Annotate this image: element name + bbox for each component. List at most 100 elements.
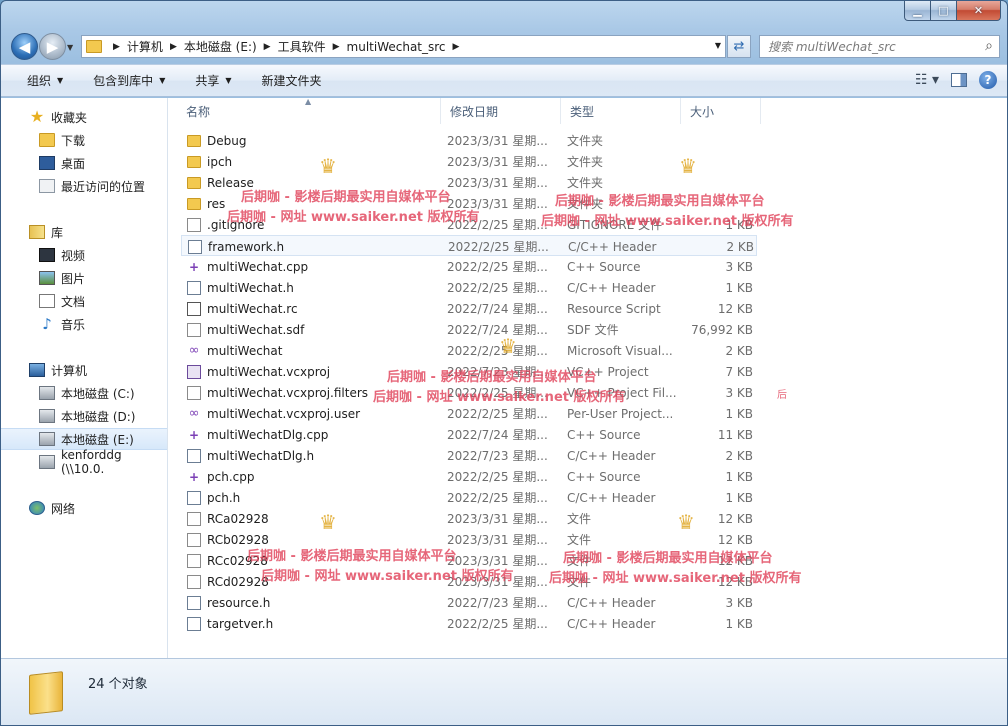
drive-icon: [39, 432, 55, 446]
refresh-button[interactable]: ⇄: [727, 35, 751, 58]
file-row[interactable]: + multiWechat.cpp 2022/2/25 星期... C++ Sourc…: [181, 256, 757, 277]
file-size: 1 KB: [725, 616, 753, 631]
file-row[interactable]: multiWechatDlg.h 2022/7/23 星期... C/C++ Hea…: [181, 445, 757, 466]
breadcrumb-current-folder[interactable]: multiWechat_src: [347, 40, 446, 54]
column-header-size[interactable]: 大小: [681, 98, 761, 124]
vc-project-icon: [187, 364, 201, 379]
file-size: 3 KB: [725, 259, 753, 274]
organize-button[interactable]: 组织 ▼: [1, 65, 75, 96]
new-folder-button[interactable]: 新建文件夹: [244, 65, 334, 96]
sidebar-libraries[interactable]: 库: [1, 221, 167, 243]
header-file-icon: [187, 448, 201, 463]
sidebar-favorites[interactable]: ★ 收藏夹: [1, 106, 167, 128]
minimize-button[interactable]: ▁: [904, 1, 931, 21]
file-row[interactable]: framework.h 2022/2/25 星期... C/C++ Header 2 …: [181, 235, 757, 256]
file-size: [681, 172, 753, 193]
column-header-type[interactable]: 类型: [561, 98, 681, 124]
back-button[interactable]: ◀: [11, 33, 38, 60]
breadcrumb-separator-icon[interactable]: ▶: [113, 42, 120, 52]
file-date: 2022/2/25 星期...: [448, 240, 549, 254]
sidebar-item-drive-d[interactable]: 本地磁盘 (D:): [1, 405, 167, 427]
address-bar[interactable]: ▶ 计算机 ▶ 本地磁盘 (E:) ▶ 工具软件 ▶ multiWechat_s…: [81, 35, 726, 58]
forward-button[interactable]: ▶: [39, 33, 66, 60]
folder-icon: [86, 40, 102, 53]
file-row[interactable]: Debug 2023/3/31 星期... 文件夹: [181, 130, 757, 151]
sidebar-network[interactable]: 网络: [1, 497, 167, 519]
sidebar-item-downloads[interactable]: 下载: [1, 129, 167, 151]
sidebar-item-music[interactable]: ♪ 音乐: [1, 313, 167, 335]
file-row[interactable]: multiWechat.vcxproj 2022/7/23 星期... VC++ P…: [181, 361, 757, 382]
file-type: C++ Source: [567, 259, 641, 274]
file-row[interactable]: pch.h 2022/2/25 星期... C/C++ Header 1 KB: [181, 487, 757, 508]
file-name: multiWechat.rc: [207, 301, 298, 316]
file-row[interactable]: multiWechat.h 2022/2/25 星期... C/C++ Header…: [181, 277, 757, 298]
header-file-icon: [188, 239, 202, 254]
sidebar-item-videos[interactable]: 视频: [1, 244, 167, 266]
breadcrumb-separator-icon[interactable]: ▶: [170, 42, 177, 52]
breadcrumb-separator-icon[interactable]: ▶: [453, 42, 460, 52]
pictures-icon: [39, 271, 55, 285]
maximize-button[interactable]: □: [931, 1, 957, 21]
sidebar-computer[interactable]: 计算机: [1, 359, 167, 381]
view-options-icon[interactable]: ☷ ▾: [915, 72, 939, 88]
file-row[interactable]: multiWechat.rc 2022/7/24 星期... Resource Sc…: [181, 298, 757, 319]
address-dropdown-icon[interactable]: ▼: [715, 41, 721, 50]
network-drive-icon: [39, 455, 55, 469]
sidebar-item-drive-c[interactable]: 本地磁盘 (C:): [1, 382, 167, 404]
file-row[interactable]: multiWechat.sdf 2022/7/24 星期... SDF 文件 76,9…: [181, 319, 757, 340]
file-row[interactable]: targetver.h 2022/2/25 星期... C/C++ Header 1 …: [181, 613, 757, 634]
file-row[interactable]: RCd02928 2023/3/31 星期... 文件 12 KB: [181, 571, 757, 592]
file-row[interactable]: multiWechat.vcxproj.filters 2022/2/25 星期.…: [181, 382, 757, 403]
file-row[interactable]: .gitignore 2022/2/25 星期... GITIGNORE 文件 1 K…: [181, 214, 757, 235]
file-name-cell: pch.h: [187, 487, 437, 508]
organize-label: 组织: [27, 74, 52, 88]
file-date: 2022/2/25 星期...: [447, 491, 548, 505]
file-row[interactable]: ipch 2023/3/31 星期... 文件夹: [181, 151, 757, 172]
star-icon: ★: [29, 107, 45, 126]
sidebar-item-recent[interactable]: 最近访问的位置: [1, 175, 167, 197]
file-name-cell: Release: [187, 172, 437, 193]
sidebar-item-pictures[interactable]: 图片: [1, 267, 167, 289]
breadcrumb-separator-icon[interactable]: ▶: [333, 42, 340, 52]
file-row[interactable]: ∞ multiWechat.vcxproj.user 2022/2/25 星期...…: [181, 403, 757, 424]
include-in-library-button[interactable]: 包含到库中 ▼: [75, 65, 177, 96]
file-size: [681, 130, 753, 151]
file-row[interactable]: RCc02928 2023/3/31 星期... 文件 12 KB: [181, 550, 757, 571]
column-header-date[interactable]: 修改日期: [441, 98, 561, 124]
file-row[interactable]: Release 2023/3/31 星期... 文件夹: [181, 172, 757, 193]
search-icon[interactable]: ⌕: [985, 38, 993, 54]
file-size: 12 KB: [717, 532, 753, 547]
preview-pane-icon[interactable]: [951, 73, 967, 87]
close-button[interactable]: ✕: [957, 1, 1001, 21]
sidebar-item-documents[interactable]: 文档: [1, 290, 167, 312]
file-icon: [187, 511, 201, 526]
file-date: 2022/2/25 星期...: [447, 218, 548, 232]
file-row[interactable]: + pch.cpp 2022/2/25 星期... C++ Source 1 KB: [181, 466, 757, 487]
help-icon[interactable]: ?: [979, 71, 997, 89]
file-row[interactable]: ∞ multiWechat 2022/2/25 星期... Microsoft Vis…: [181, 340, 757, 361]
file-date: 2022/2/25 星期...: [447, 470, 548, 484]
file-row[interactable]: RCb02928 2023/3/31 星期... 文件 12 KB: [181, 529, 757, 550]
file-size: [681, 193, 753, 214]
search-input[interactable]: 搜索 multiWechat_src ⌕: [759, 35, 1000, 58]
file-name: RCc02928: [207, 553, 268, 568]
sidebar-label: 本地磁盘 (D:): [61, 409, 136, 424]
recent-pages-dropdown-icon[interactable]: ▼: [67, 43, 73, 52]
breadcrumb-computer[interactable]: 计算机: [127, 38, 163, 55]
music-icon: ♪: [42, 315, 52, 333]
breadcrumb-tools[interactable]: 工具软件: [278, 38, 326, 55]
sidebar-item-desktop[interactable]: 桌面: [1, 152, 167, 174]
breadcrumb-separator-icon[interactable]: ▶: [264, 42, 271, 52]
file-name: .gitignore: [207, 217, 265, 232]
sidebar-item-drive-e[interactable]: 本地磁盘 (E:): [1, 428, 167, 450]
command-bar: 组织 ▼ 包含到库中 ▼ 共享 ▼ 新建文件夹 ☷ ▾ ?: [1, 64, 1007, 97]
file-row[interactable]: RCa02928 2023/3/31 星期... 文件 12 KB: [181, 508, 757, 529]
file-icon: [187, 322, 201, 337]
share-button[interactable]: 共享 ▼: [177, 65, 243, 96]
breadcrumb-drive-e[interactable]: 本地磁盘 (E:): [184, 38, 257, 55]
sidebar-label: 音乐: [61, 317, 86, 332]
file-row[interactable]: + multiWechatDlg.cpp 2022/7/24 星期... C++ So…: [181, 424, 757, 445]
sidebar-item-network-drive[interactable]: kenforddg (\\10.0.: [1, 448, 167, 476]
file-row[interactable]: res 2023/3/31 星期... 文件夹: [181, 193, 757, 214]
file-row[interactable]: resource.h 2022/7/23 星期... C/C++ Header 3 K…: [181, 592, 757, 613]
